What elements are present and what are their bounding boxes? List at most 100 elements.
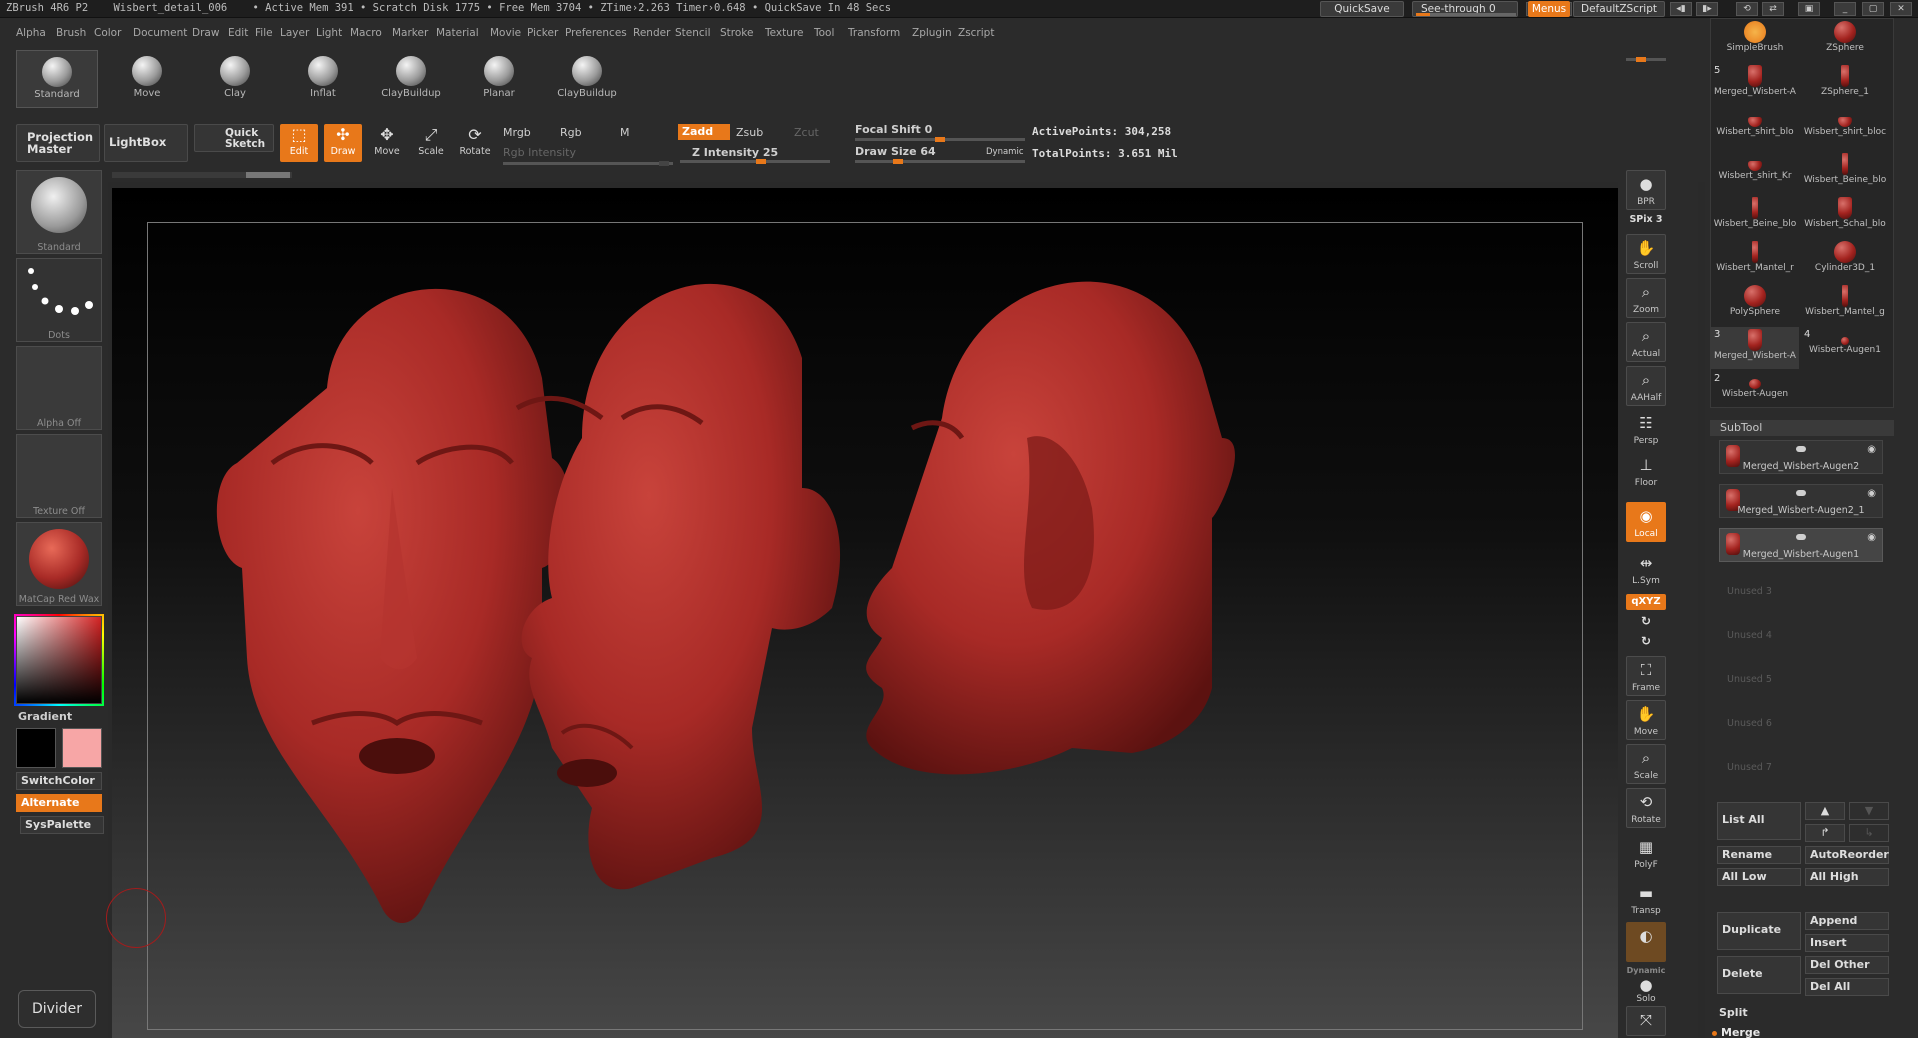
color-picker[interactable] — [16, 616, 102, 704]
all-high-button[interactable]: All High — [1805, 868, 1889, 886]
projection-master-button[interactable]: Projection Master — [16, 124, 100, 162]
layout-right-icon[interactable]: ▮▸ — [1696, 2, 1718, 16]
menu-stencil[interactable]: Stencil — [675, 27, 711, 39]
lightbox-button[interactable]: LightBox — [104, 124, 188, 162]
tool-merged-wisbert-a-2[interactable]: 3 Merged_Wisbert-A — [1711, 327, 1799, 369]
draw-size-slider[interactable]: Draw Size 64 — [855, 145, 936, 158]
draw-mode-button[interactable]: ✣ Draw — [324, 124, 362, 162]
material-tile[interactable]: MatCap Red Wax — [16, 522, 102, 606]
local-button[interactable]: ◉ Local — [1626, 502, 1666, 542]
edit-mode-button[interactable]: ⬚ Edit — [280, 124, 318, 162]
secondary-color-swatch[interactable] — [16, 728, 56, 768]
rotate-mode-button[interactable]: ⟳ Rotate — [456, 124, 494, 162]
menu-texture[interactable]: Texture — [765, 27, 803, 39]
brush-standard[interactable]: Standard — [16, 50, 98, 108]
tool-shirt-block[interactable]: Wisbert_shirt_blo — [1711, 107, 1799, 149]
brush-inflat[interactable]: Inflat — [282, 50, 364, 108]
rotate-ui-icon[interactable]: ⟲ — [1736, 2, 1758, 16]
tool-cylinder3d[interactable]: Cylinder3D_1 — [1801, 239, 1889, 281]
eye-icon[interactable]: ◉ — [1867, 532, 1876, 543]
menu-draw[interactable]: Draw — [192, 27, 219, 39]
document-area[interactable] — [112, 188, 1618, 1038]
scale-view-button[interactable]: ⌕ Scale — [1626, 744, 1666, 784]
brush-claybuildup-2[interactable]: ClayBuildup — [546, 50, 628, 108]
menu-render[interactable]: Render — [633, 27, 670, 39]
xyz-button[interactable]: qXYZ — [1626, 594, 1666, 610]
tool-wisbert-augen1[interactable]: 4 Wisbert-Augen1 — [1801, 327, 1889, 369]
duplicate-button[interactable]: Duplicate — [1717, 912, 1801, 950]
syspalette-button[interactable]: SysPalette — [20, 816, 104, 834]
menu-picker[interactable]: Picker — [527, 27, 558, 39]
rgb-intensity-track[interactable] — [503, 161, 673, 166]
actual-button[interactable]: ⌕ Actual — [1626, 322, 1666, 362]
transp-button[interactable]: ▬ Transp — [1626, 880, 1666, 920]
delete-button[interactable]: Delete — [1717, 956, 1801, 994]
tool-simplebrush[interactable]: SimpleBrush — [1711, 19, 1799, 61]
head-three-quarter-model[interactable] — [515, 283, 841, 890]
alpha-tile[interactable]: Alpha Off — [16, 346, 102, 430]
floor-button[interactable]: ⊥ Floor — [1626, 452, 1666, 492]
list-all-button[interactable]: List All — [1717, 802, 1801, 840]
xpose-button[interactable]: ⤧ — [1626, 1006, 1666, 1036]
canvas[interactable] — [112, 188, 1618, 1038]
del-other-button[interactable]: Del Other — [1805, 956, 1889, 974]
rotate-view-button[interactable]: ⟲ Rotate — [1626, 788, 1666, 828]
menu-preferences[interactable]: Preferences — [565, 27, 627, 39]
brush-claybuildup[interactable]: ClayBuildup — [370, 50, 452, 108]
head-front-model[interactable] — [216, 288, 571, 924]
tool-schal-block[interactable]: Wisbert_Schal_blo — [1801, 195, 1889, 237]
persp-button[interactable]: ☷ Persp — [1626, 410, 1666, 450]
menu-file[interactable]: File — [255, 27, 273, 39]
subtool-item-selected[interactable]: ◉ Merged_Wisbert-Augen1 — [1719, 528, 1883, 562]
quick-sketch-button[interactable]: Quick Sketch — [194, 124, 274, 152]
zcut-toggle[interactable]: Zcut — [794, 126, 819, 139]
minimize-icon[interactable]: _ — [1834, 2, 1856, 16]
rotate-z-icon[interactable]: ↻ — [1626, 634, 1666, 648]
brush-move[interactable]: Move — [106, 50, 188, 108]
menu-brush[interactable]: Brush — [56, 27, 86, 39]
tool-shirt-kr[interactable]: Wisbert_shirt_Kr — [1711, 151, 1799, 193]
move-down-button[interactable]: ▼ — [1849, 802, 1889, 820]
default-zscript-button[interactable]: DefaultZScript — [1573, 1, 1665, 17]
maximize-icon[interactable]: ▢ — [1862, 2, 1884, 16]
menu-zplugin[interactable]: Zplugin — [912, 27, 952, 39]
subtool-item[interactable]: ◉ Merged_Wisbert-Augen2 — [1719, 440, 1883, 474]
divider-button[interactable]: Divider — [18, 990, 96, 1028]
zoom-button[interactable]: ⌕ Zoom — [1626, 278, 1666, 318]
tool-beine-block-2[interactable]: Wisbert_Beine_blo — [1711, 195, 1799, 237]
merge-section[interactable]: Merge — [1712, 1026, 1760, 1038]
tool-merged-wisbert-a[interactable]: 5 Merged_Wisbert-A — [1711, 63, 1799, 105]
layout-left-icon[interactable]: ◂▮ — [1670, 2, 1692, 16]
menu-marker[interactable]: Marker — [392, 27, 428, 39]
scale-mode-button[interactable]: ⤢ Scale — [412, 124, 450, 162]
menu-stroke[interactable]: Stroke — [720, 27, 753, 39]
stroke-tile[interactable]: Dots — [16, 258, 102, 342]
focal-shift-slider[interactable]: Focal Shift 0 — [855, 123, 932, 136]
move-branch-button[interactable]: ↱ — [1805, 824, 1845, 842]
zsub-toggle[interactable]: Zsub — [736, 126, 763, 139]
spix-slider[interactable]: SPix 3 — [1626, 214, 1666, 225]
quicksave-button[interactable]: QuickSave — [1320, 1, 1404, 17]
menu-edit[interactable]: Edit — [228, 27, 248, 39]
mrgb-toggle[interactable]: Mrgb — [503, 126, 531, 139]
menu-alpha[interactable]: Alpha — [16, 27, 46, 39]
bpr-button[interactable]: ● BPR — [1626, 170, 1666, 210]
move-branch-down-button[interactable]: ↳ — [1849, 824, 1889, 842]
tool-beine-block[interactable]: Wisbert_Beine_blo — [1801, 151, 1889, 193]
brush-planar[interactable]: Planar — [458, 50, 540, 108]
main-color-swatch[interactable] — [62, 728, 102, 768]
tool-polysphere[interactable]: PolySphere — [1711, 283, 1799, 325]
tool-wisbert-augen[interactable]: 2 Wisbert-Augen — [1711, 371, 1799, 413]
brush-clay[interactable]: Clay — [194, 50, 276, 108]
aahalf-button[interactable]: ⌕ AAHalf — [1626, 366, 1666, 406]
rgb-intensity-slider[interactable]: Rgb Intensity — [503, 146, 576, 159]
switchcolor-button[interactable]: SwitchColor — [16, 772, 102, 790]
visibility-toggle-icon[interactable] — [1796, 534, 1806, 540]
see-through-track[interactable] — [1416, 13, 1516, 16]
menu-zscript[interactable]: Zscript — [958, 27, 994, 39]
tool-mantel-r[interactable]: Wisbert_Mantel_r — [1711, 239, 1799, 281]
frame-button[interactable]: ⛶ Frame — [1626, 656, 1666, 696]
menu-transform[interactable]: Transform — [848, 27, 900, 39]
scroll-button[interactable]: ✋ Scroll — [1626, 234, 1666, 274]
autoreorder-button[interactable]: AutoReorder — [1805, 846, 1889, 864]
